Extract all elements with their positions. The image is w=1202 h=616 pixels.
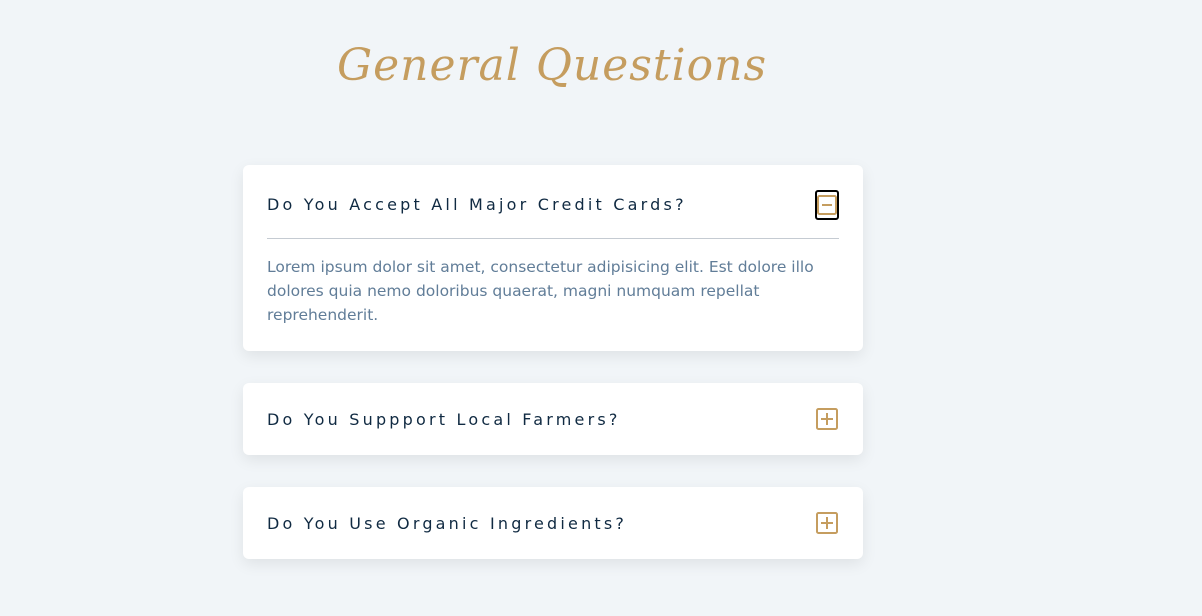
faq-question-title: Do You Accept All Major Credit Cards? [267,195,687,214]
plus-square-icon [816,408,838,430]
faq-question-header: Do You Accept All Major Credit Cards? [267,165,839,244]
faq-item-local-farmers: Do You Suppport Local Farmers? [243,383,863,455]
minus-square-icon [817,194,837,215]
plus-square-icon [816,512,838,534]
faq-toggle-button[interactable] [815,189,839,220]
faq-toggle-button[interactable] [815,404,839,434]
page-title: General Questions [336,40,768,91]
faq-question-header: Do You Suppport Local Farmers? [267,383,839,455]
faq-list: Do You Accept All Major Credit Cards? Lo… [243,165,863,591]
faq-toggle-button[interactable] [815,508,839,538]
faq-question-title: Do You Suppport Local Farmers? [267,409,621,429]
faq-answer: Lorem ipsum dolor sit amet, consectetur … [267,258,814,324]
faq-question-header: Do You Use Organic Ingredients? [267,487,839,559]
faq-item-organic-ingredients: Do You Use Organic Ingredients? [243,487,863,559]
faq-question-title: Do You Use Organic Ingredients? [267,513,628,533]
faq-item-credit-cards: Do You Accept All Major Credit Cards? Lo… [243,165,863,351]
